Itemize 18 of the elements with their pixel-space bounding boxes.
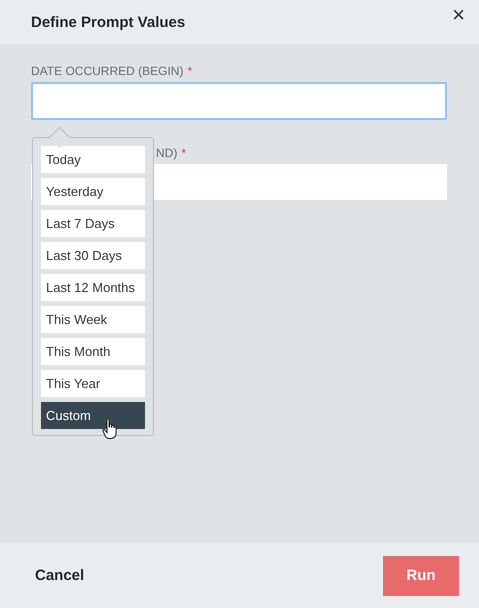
- menu-option[interactable]: Today: [41, 146, 145, 173]
- menu-option[interactable]: Yesterday: [41, 178, 145, 205]
- dialog-title: Define Prompt Values: [31, 14, 186, 30]
- required-mark: *: [181, 146, 186, 160]
- menu-option[interactable]: Custom: [41, 402, 145, 429]
- menu-option[interactable]: This Month: [41, 338, 145, 365]
- menu-option[interactable]: Last 30 Days: [41, 242, 145, 269]
- menu-option[interactable]: This Year: [41, 370, 145, 397]
- menu-option[interactable]: Last 7 Days: [41, 210, 145, 237]
- field-label: DATE OCCURRED (BEGIN): [31, 64, 184, 78]
- required-mark: *: [187, 64, 192, 78]
- hand-cursor-icon: [102, 418, 118, 440]
- close-button[interactable]: ×: [448, 4, 469, 26]
- field-label: ND): [156, 146, 178, 160]
- menu-option[interactable]: Last 12 Months: [41, 274, 145, 301]
- date-input-field[interactable]: [31, 82, 447, 120]
- cancel-button[interactable]: Cancel: [35, 567, 84, 584]
- menu-option[interactable]: This Week: [41, 306, 145, 333]
